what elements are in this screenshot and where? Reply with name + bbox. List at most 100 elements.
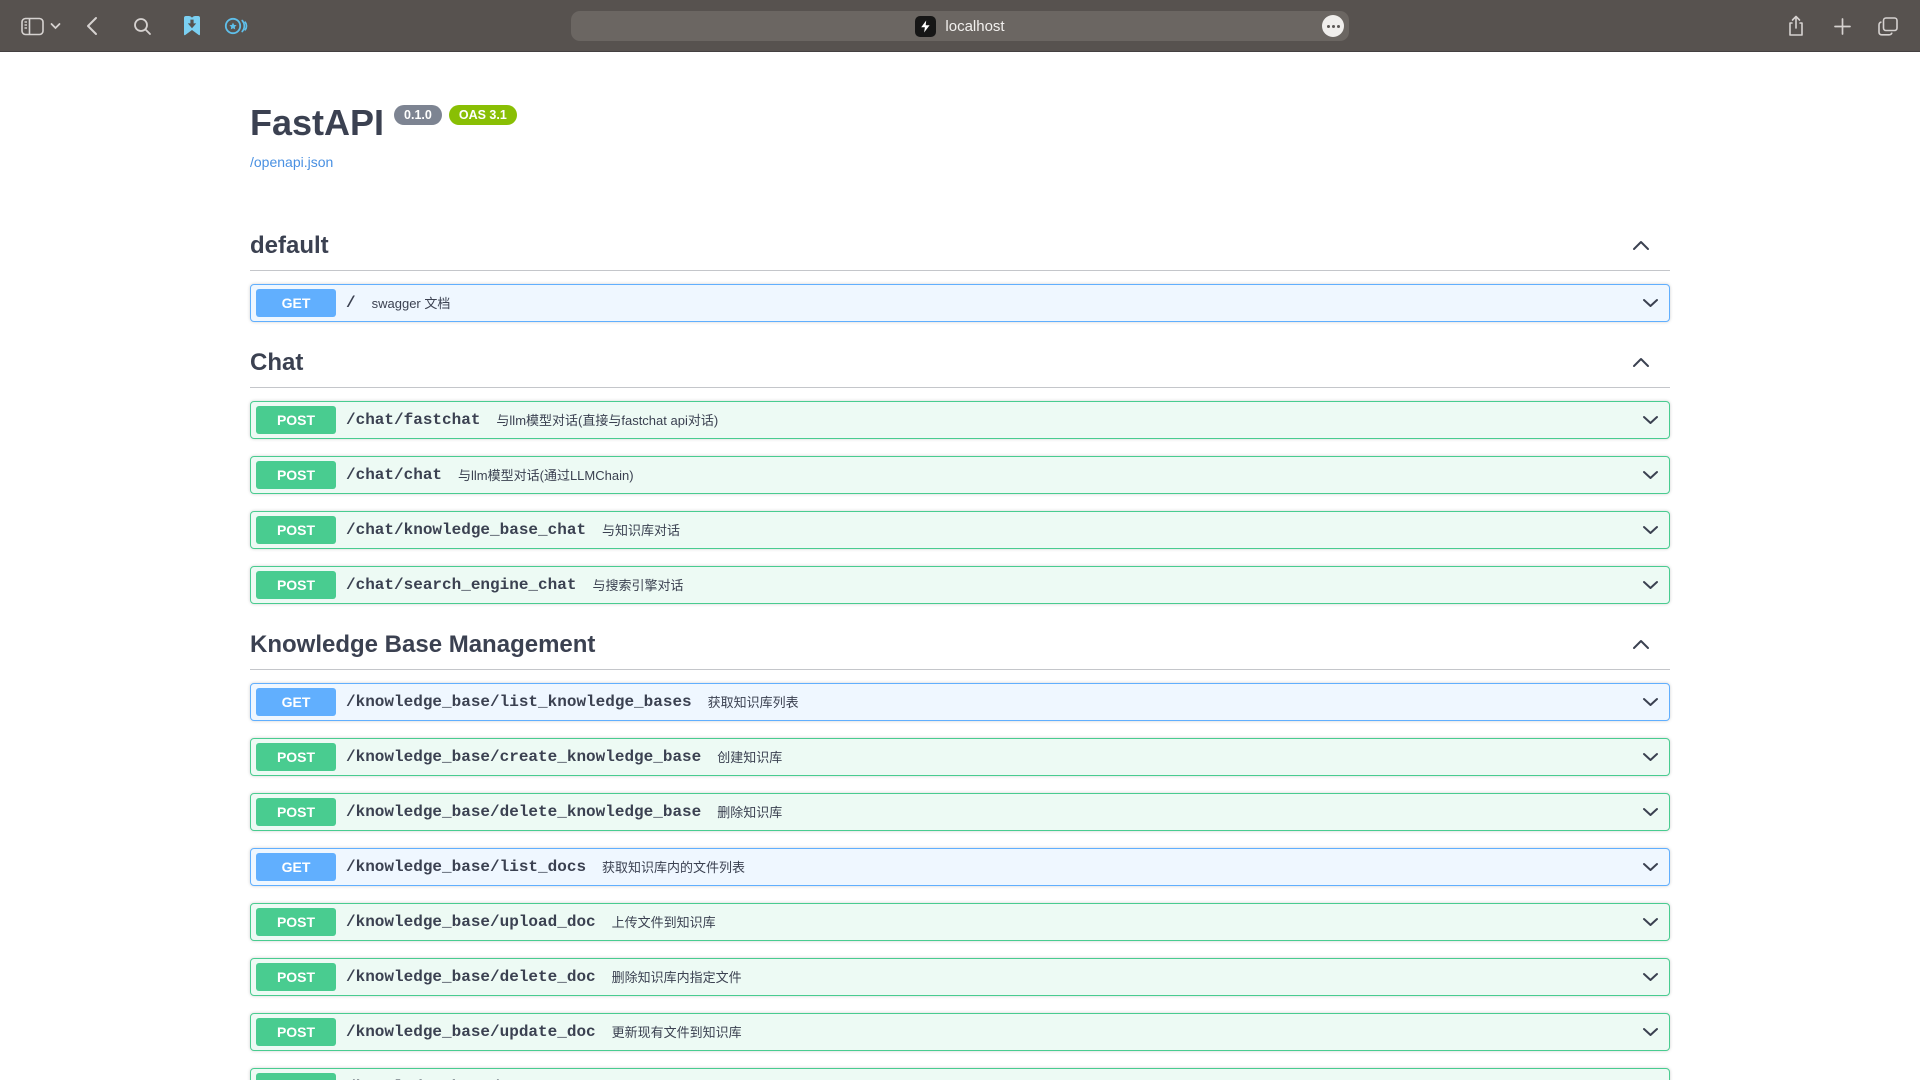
- endpoint-path: /knowledge_base/create_knowledge_base: [346, 748, 701, 766]
- method-badge: POST: [256, 1018, 336, 1046]
- api-sections: default GET / swagger 文档 Chat: [250, 172, 1670, 1080]
- share-icon: [1787, 15, 1805, 37]
- endpoint-description: 删除知识库内指定文件: [612, 967, 1642, 986]
- api-title-text: FastAPI: [250, 103, 384, 143]
- expand-endpoint-button[interactable]: [1642, 972, 1659, 982]
- method-badge: POST: [256, 908, 336, 936]
- expand-endpoint-button[interactable]: [1642, 862, 1659, 872]
- browser-toolbar: localhost: [0, 0, 1920, 52]
- section-title-text: Knowledge Base Management: [250, 631, 595, 659]
- endpoint-path: /knowledge_base/list_docs: [346, 858, 586, 876]
- endpoint-description: 更新现有文件到知识库: [612, 1022, 1642, 1041]
- chevron-down-icon: [1642, 415, 1659, 425]
- page-title: FastAPI 0.1.0 OAS 3.1: [250, 103, 1670, 143]
- collapse-section-button[interactable]: [1632, 240, 1650, 251]
- method-badge: GET: [256, 853, 336, 881]
- expand-endpoint-button[interactable]: [1642, 525, 1659, 535]
- endpoint-description: 与llm模型对话(直接与fastchat api对话): [496, 410, 1642, 429]
- version-badge: 0.1.0: [394, 105, 442, 126]
- sidebar-toggle-button[interactable]: [18, 8, 46, 44]
- bookmark-extension-button[interactable]: [178, 8, 206, 44]
- chevron-down-icon: [1642, 1027, 1659, 1037]
- circles-extension-button[interactable]: [222, 8, 250, 44]
- method-badge: POST: [256, 571, 336, 599]
- method-badge: POST: [256, 743, 336, 771]
- chevron-down-icon: [1642, 862, 1659, 872]
- chevron-up-icon: [1632, 357, 1650, 368]
- sidebar-menu-button[interactable]: [46, 8, 64, 44]
- endpoint-description: swagger 文档: [372, 293, 1642, 312]
- expand-endpoint-button[interactable]: [1642, 580, 1659, 590]
- endpoint-row[interactable]: POST /knowledge_base/upload_doc 上传文件到知识库: [250, 903, 1670, 941]
- expand-endpoint-button[interactable]: [1642, 807, 1659, 817]
- collapse-section-button[interactable]: [1632, 639, 1650, 650]
- endpoint-row[interactable]: GET / swagger 文档: [250, 284, 1670, 322]
- search-button[interactable]: [128, 8, 156, 44]
- swagger-page: FastAPI 0.1.0 OAS 3.1 /openapi.json defa…: [0, 52, 1920, 1080]
- sidebar-toggle-icon: [21, 17, 44, 36]
- share-button[interactable]: [1782, 8, 1810, 44]
- endpoint-row[interactable]: POST /knowledge_base/create_knowledge_ba…: [250, 738, 1670, 776]
- endpoint-path: /chat/search_engine_chat: [346, 576, 576, 594]
- chevron-down-icon: [1642, 917, 1659, 927]
- oas-badge: OAS 3.1: [449, 105, 517, 126]
- endpoint-description: 与搜索引擎对话: [592, 575, 1642, 594]
- endpoint-row[interactable]: GET /knowledge_base/list_docs 获取知识库内的文件列…: [250, 848, 1670, 886]
- method-badge: POST: [256, 406, 336, 434]
- expand-endpoint-button[interactable]: [1642, 1027, 1659, 1037]
- method-badge: GET: [256, 289, 336, 317]
- section-title-text: Chat: [250, 349, 303, 377]
- back-button[interactable]: [78, 8, 106, 44]
- tab-overview-icon: [1878, 17, 1898, 36]
- endpoint-description: 获取知识库内的文件列表: [602, 857, 1642, 876]
- chevron-down-icon: [50, 22, 61, 30]
- chevron-up-icon: [1632, 639, 1650, 650]
- endpoint-row[interactable]: POST /knowledge_base/delete_doc 删除知识库内指定…: [250, 958, 1670, 996]
- endpoint-row[interactable]: POST /chat/fastchat 与llm模型对话(直接与fastchat…: [250, 401, 1670, 439]
- expand-endpoint-button[interactable]: [1642, 298, 1659, 308]
- endpoint-path: /knowledge_base/update_doc: [346, 1023, 596, 1041]
- chevron-down-icon: [1642, 580, 1659, 590]
- endpoint-row[interactable]: POST /chat/search_engine_chat 与搜索引擎对话: [250, 566, 1670, 604]
- section-header[interactable]: Knowledge Base Management: [250, 621, 1670, 670]
- tag-section: default GET / swagger 文档: [250, 222, 1670, 322]
- section-header[interactable]: default: [250, 222, 1670, 271]
- endpoint-row[interactable]: GET /knowledge_base/list_knowledge_bases…: [250, 683, 1670, 721]
- endpoint-row[interactable]: POST /chat/chat 与llm模型对话(通过LLMChain): [250, 456, 1670, 494]
- address-bar[interactable]: localhost: [571, 11, 1349, 41]
- api-info: FastAPI 0.1.0 OAS 3.1 /openapi.json: [250, 52, 1670, 172]
- method-badge: GET: [256, 688, 336, 716]
- endpoint-path: /knowledge_base/delete_doc: [346, 968, 596, 986]
- url-host: localhost: [945, 18, 1004, 35]
- chevron-down-icon: [1642, 752, 1659, 762]
- endpoint-description: 与知识库对话: [602, 520, 1642, 539]
- expand-endpoint-button[interactable]: [1642, 415, 1659, 425]
- endpoint-row[interactable]: POST /knowledge_base/update_doc 更新现有文件到知…: [250, 1013, 1670, 1051]
- endpoint-path: /knowledge_base/upload_doc: [346, 913, 596, 931]
- expand-endpoint-button[interactable]: [1642, 470, 1659, 480]
- method-badge: POST: [256, 461, 336, 489]
- section-header[interactable]: Chat: [250, 339, 1670, 388]
- expand-endpoint-button[interactable]: [1642, 752, 1659, 762]
- section-rows: POST /chat/fastchat 与llm模型对话(直接与fastchat…: [250, 401, 1670, 604]
- ellipsis-icon: [1327, 25, 1340, 28]
- endpoint-row[interactable]: POST /knowledge_base/recreate_vector_sto…: [250, 1068, 1670, 1080]
- tab-overview-button[interactable]: [1874, 8, 1902, 44]
- method-badge: POST: [256, 1073, 336, 1080]
- endpoint-row[interactable]: POST /chat/knowledge_base_chat 与知识库对话: [250, 511, 1670, 549]
- expand-endpoint-button[interactable]: [1642, 697, 1659, 707]
- method-badge: POST: [256, 516, 336, 544]
- endpoint-path: /chat/chat: [346, 466, 442, 484]
- new-tab-button[interactable]: [1828, 8, 1856, 44]
- tag-section: Chat POST /chat/fastchat 与llm模型对话(直接与fas…: [250, 339, 1670, 604]
- chevron-down-icon: [1642, 697, 1659, 707]
- openapi-spec-link[interactable]: /openapi.json: [250, 154, 333, 170]
- endpoint-row[interactable]: POST /knowledge_base/delete_knowledge_ba…: [250, 793, 1670, 831]
- bookmark-extension-icon: [182, 15, 202, 37]
- collapse-section-button[interactable]: [1632, 357, 1650, 368]
- fastapi-favicon: [915, 16, 936, 37]
- page-settings-button[interactable]: [1322, 15, 1344, 37]
- expand-endpoint-button[interactable]: [1642, 917, 1659, 927]
- endpoint-path: /knowledge_base/list_knowledge_bases: [346, 693, 692, 711]
- circles-extension-icon: [224, 16, 248, 36]
